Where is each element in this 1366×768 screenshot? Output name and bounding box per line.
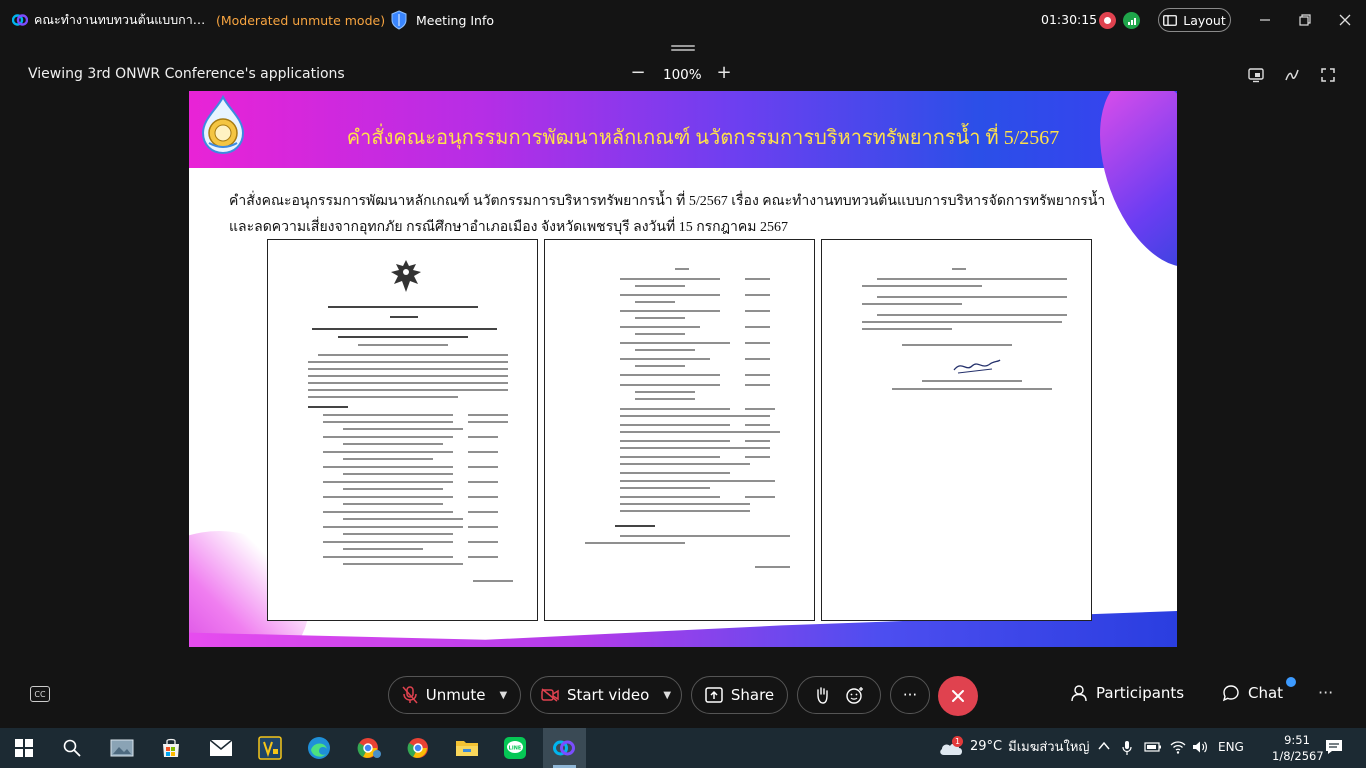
meeting-info-button[interactable]: Meeting Info bbox=[390, 10, 494, 30]
microphone-icon[interactable] bbox=[1122, 740, 1132, 756]
file-explorer-icon[interactable] bbox=[453, 734, 481, 762]
chat-bubble-icon bbox=[1222, 685, 1239, 702]
moderation-status: (Moderated unmute mode) bbox=[216, 12, 386, 28]
share-screen-icon bbox=[705, 687, 723, 703]
mail-icon[interactable] bbox=[207, 734, 235, 762]
garuda-emblem-icon bbox=[391, 260, 421, 292]
shared-content-area[interactable]: คำสั่งคณะอนุกรรมการพัฒนาหลักเกณฑ์ นวัตกร… bbox=[189, 91, 1177, 647]
video-editor-app-icon[interactable] bbox=[256, 734, 284, 762]
signature-icon bbox=[953, 359, 1001, 374]
zoom-level[interactable]: 100% bbox=[663, 67, 702, 83]
svg-text:LINE: LINE bbox=[509, 746, 522, 752]
windows-taskbar: LINE 29°C มีเมฆส่วนใหญ่ 1 ENG 9:51 1/8/2… bbox=[0, 728, 1366, 768]
start-video-label: Start video bbox=[566, 686, 650, 704]
share-view-bar: Viewing 3rd ONWR Conference's applicatio… bbox=[0, 60, 1366, 90]
temperature: 29°C bbox=[970, 739, 1003, 754]
document-page-3 bbox=[821, 239, 1092, 621]
chat-button[interactable]: Chat bbox=[1222, 684, 1283, 702]
more-options-button[interactable]: ··· bbox=[890, 676, 930, 714]
layout-icon bbox=[1163, 14, 1178, 26]
unmute-label: Unmute bbox=[425, 686, 486, 704]
weather-description: มีเมฆส่วนใหญ่ bbox=[1008, 740, 1090, 755]
network-signal-icon[interactable] bbox=[1123, 12, 1140, 29]
weather-alert-badge: 1 bbox=[952, 736, 963, 747]
layout-label: Layout bbox=[1183, 12, 1226, 28]
chevron-down-icon[interactable]: ▼ bbox=[663, 690, 671, 701]
document-page-2 bbox=[544, 239, 815, 621]
document-page-1 bbox=[267, 239, 538, 621]
clock-date: 1/8/2567 bbox=[1272, 749, 1324, 763]
zoom-in-button[interactable]: + bbox=[714, 62, 734, 83]
image-viewer-app-icon[interactable] bbox=[108, 734, 136, 762]
slide-description: คำสั่งคณะอนุกรรมการพัฒนาหลักเกณฑ์ นวัตกร… bbox=[229, 194, 1106, 235]
input-language[interactable]: ENG bbox=[1218, 740, 1244, 754]
notification-center-icon[interactable] bbox=[1325, 739, 1343, 755]
webex-logo-icon bbox=[12, 12, 28, 28]
end-call-button[interactable] bbox=[938, 676, 978, 716]
microsoft-store-icon[interactable] bbox=[157, 734, 185, 762]
meeting-title: คณะทำงานทบทวนต้นแบบการบ... bbox=[34, 12, 210, 27]
viewing-label: Viewing 3rd ONWR Conference's applicatio… bbox=[28, 66, 345, 82]
meeting-timer: 01:30:15 bbox=[1041, 12, 1098, 27]
wifi-icon[interactable] bbox=[1170, 740, 1186, 754]
meeting-info-label: Meeting Info bbox=[416, 12, 495, 28]
clock-time: 9:51 bbox=[1284, 733, 1310, 747]
line-app-icon[interactable]: LINE bbox=[501, 734, 529, 762]
slide-banner: คำสั่งคณะอนุกรรมการพัฒนาหลักเกณฑ์ นวัตกร… bbox=[189, 91, 1177, 284]
person-icon bbox=[1071, 685, 1087, 702]
slide-title: คำสั่งคณะอนุกรรมการพัฒนาหลักเกณฑ์ นวัตกร… bbox=[346, 127, 1060, 149]
chat-label: Chat bbox=[1248, 684, 1284, 702]
chat-notification-badge bbox=[1286, 677, 1296, 687]
share-label: Share bbox=[730, 686, 775, 704]
drag-handle-icon[interactable] bbox=[671, 45, 695, 51]
edge-browser-icon[interactable] bbox=[305, 734, 333, 762]
pop-out-view-icon[interactable] bbox=[1247, 66, 1265, 84]
system-clock[interactable]: 9:51 1/8/2567 bbox=[1272, 732, 1324, 764]
battery-icon[interactable] bbox=[1144, 740, 1162, 754]
webex-app-icon[interactable] bbox=[550, 734, 578, 762]
reactions-group bbox=[797, 676, 881, 714]
shield-icon bbox=[391, 10, 407, 30]
restore-icon[interactable] bbox=[1293, 8, 1317, 32]
start-video-button[interactable]: Start video ▼ bbox=[530, 676, 682, 714]
annotate-icon[interactable] bbox=[1283, 66, 1301, 84]
chrome-profile-icon[interactable] bbox=[355, 734, 383, 762]
windows-start-icon[interactable] bbox=[10, 734, 38, 762]
close-icon bbox=[952, 690, 964, 702]
volume-icon[interactable] bbox=[1192, 740, 1208, 754]
participants-button[interactable]: Participants bbox=[1070, 684, 1184, 702]
chevron-up-icon[interactable] bbox=[1098, 740, 1110, 752]
reactions-emoji-icon[interactable] bbox=[846, 686, 864, 704]
microphone-muted-icon bbox=[402, 686, 418, 704]
unmute-button[interactable]: Unmute ▼ bbox=[388, 676, 521, 714]
chrome-browser-icon[interactable] bbox=[404, 734, 432, 762]
chevron-down-icon[interactable]: ▼ bbox=[500, 690, 508, 701]
recording-icon[interactable] bbox=[1099, 12, 1116, 29]
participants-label: Participants bbox=[1096, 684, 1185, 702]
camera-off-icon bbox=[541, 688, 559, 702]
meeting-controls: CC Unmute ▼ Start video ▼ Share ··· Part… bbox=[0, 672, 1366, 720]
layout-button[interactable]: Layout bbox=[1158, 8, 1231, 32]
raise-hand-icon[interactable] bbox=[814, 686, 830, 704]
zoom-out-button[interactable]: − bbox=[628, 62, 648, 83]
title-bar: คณะทำงานทบทวนต้นแบบการบ... (Moderated un… bbox=[0, 0, 1366, 40]
fullscreen-icon[interactable] bbox=[1319, 66, 1337, 84]
close-icon[interactable] bbox=[1333, 8, 1357, 32]
more-panels-icon[interactable]: ··· bbox=[1318, 683, 1333, 702]
minimize-icon[interactable] bbox=[1253, 8, 1277, 32]
search-icon[interactable] bbox=[58, 734, 86, 762]
share-button[interactable]: Share bbox=[691, 676, 788, 714]
closed-captions-icon[interactable]: CC bbox=[30, 686, 50, 702]
